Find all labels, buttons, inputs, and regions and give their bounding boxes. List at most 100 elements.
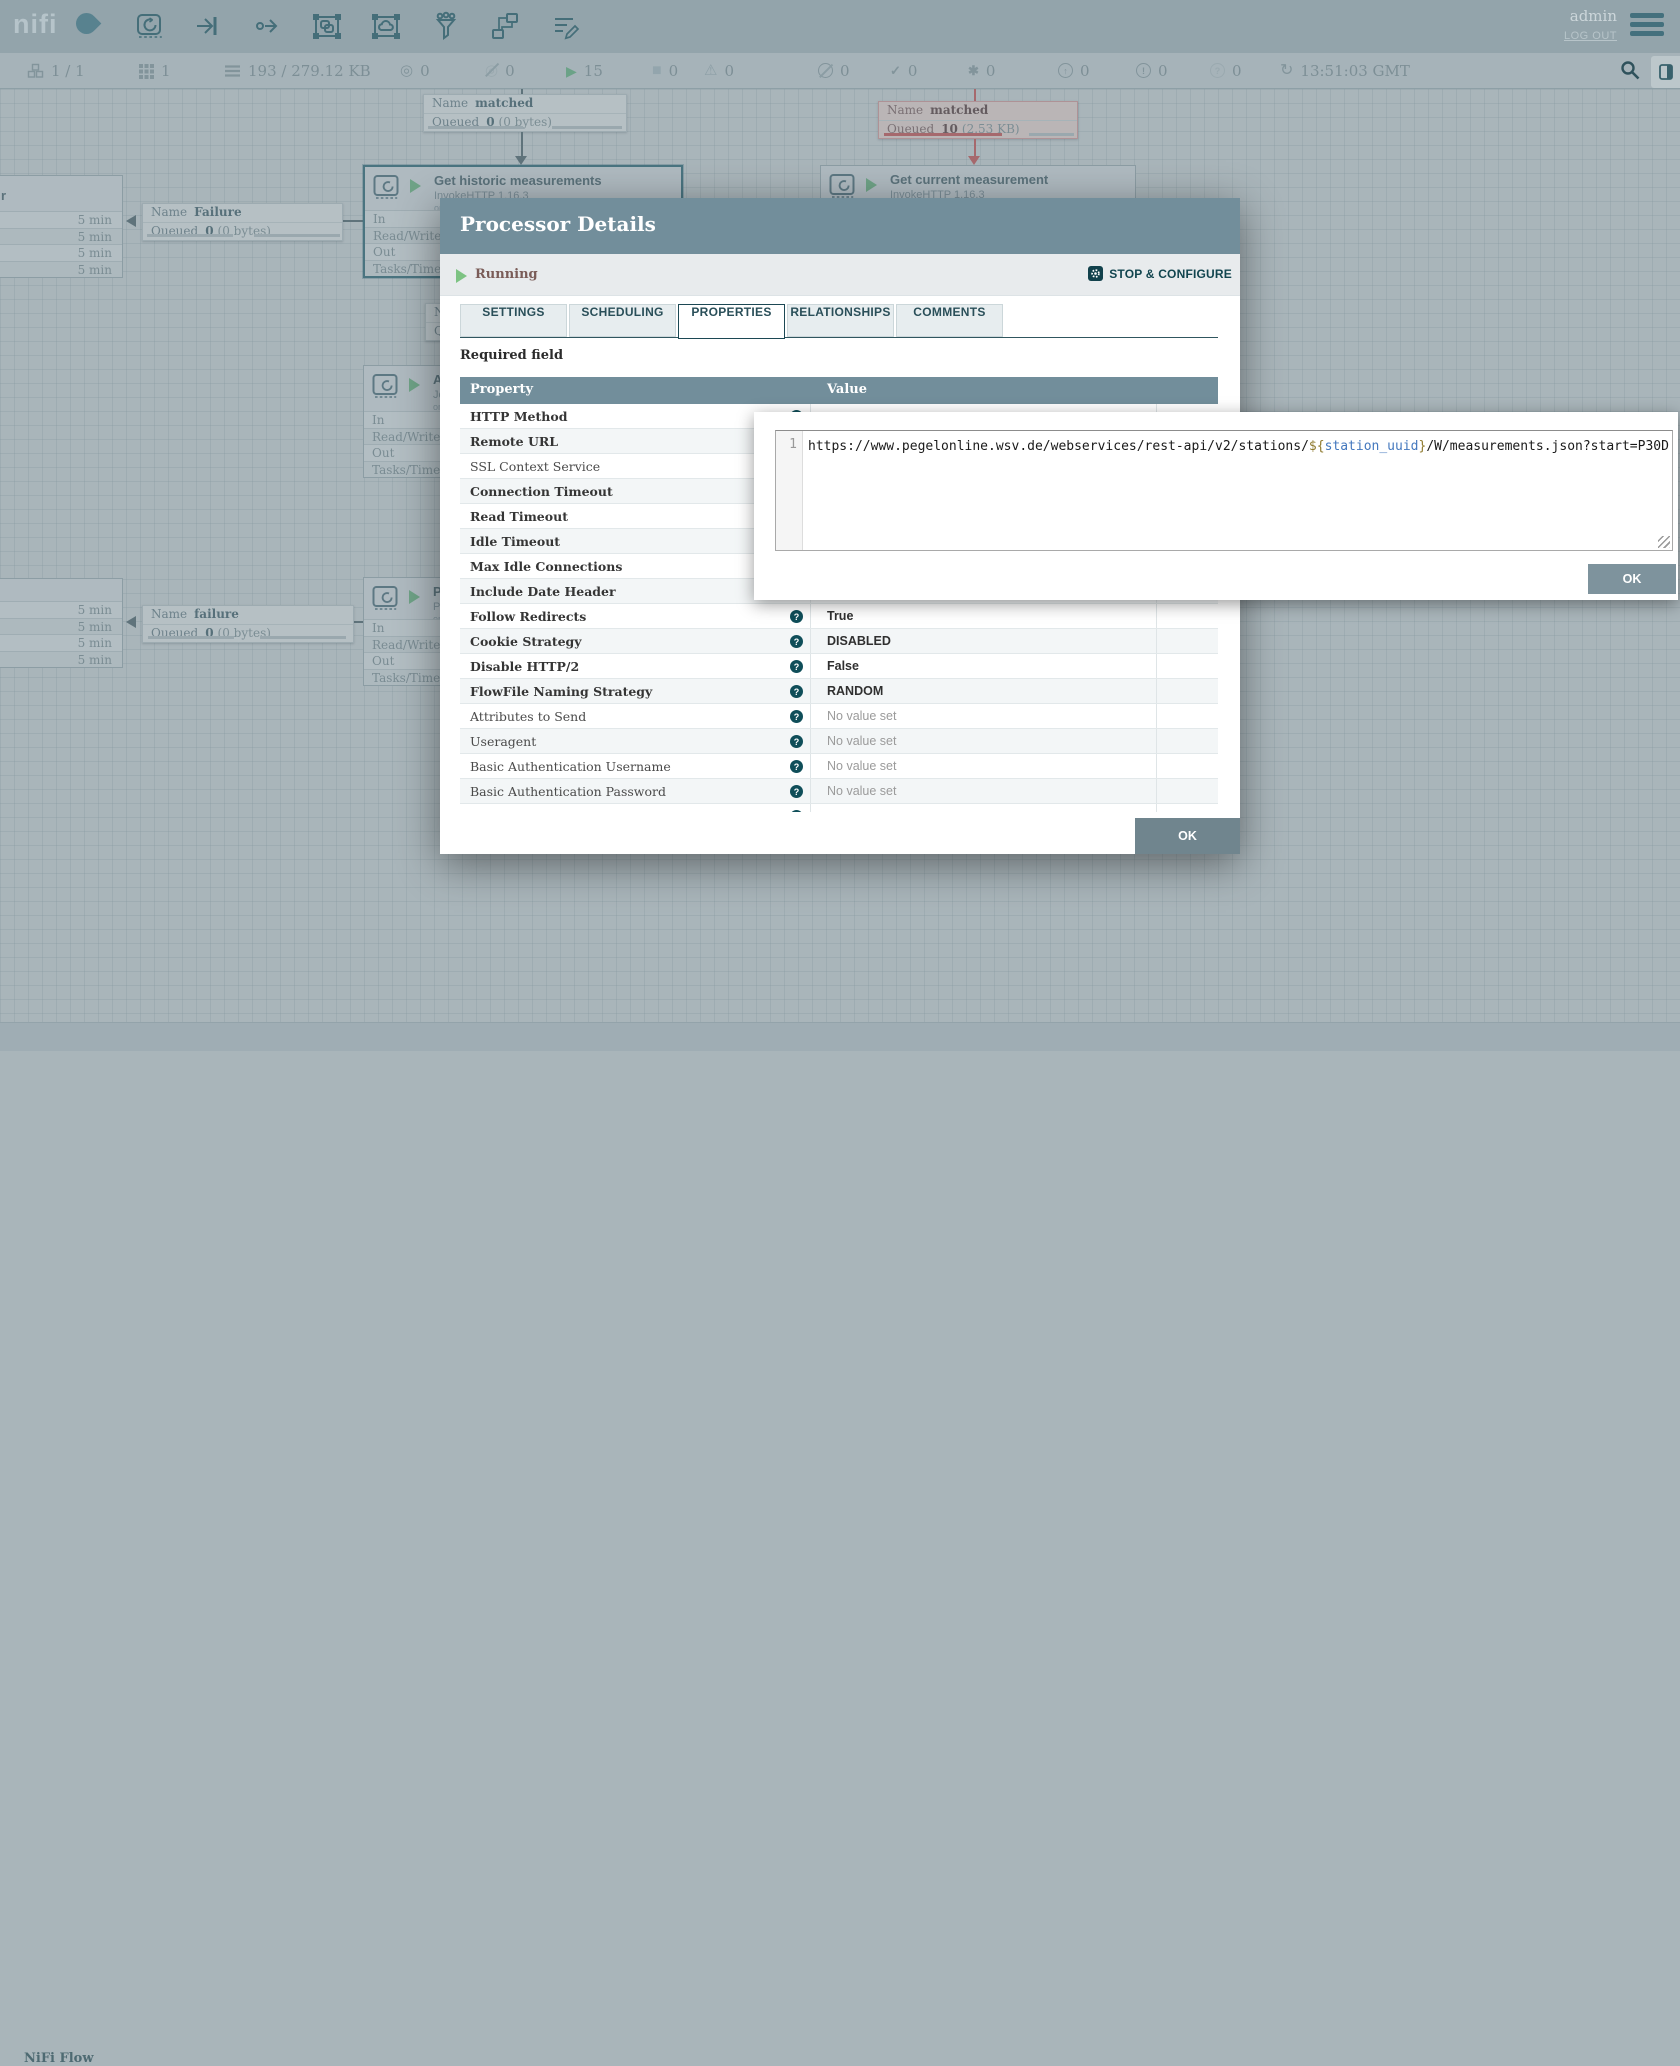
settings-drawer-toggle[interactable] [1651, 56, 1680, 88]
editor-gutter: 1 [776, 431, 803, 550]
gear-icon [1088, 266, 1103, 281]
property-row[interactable]: Useragent? No value set [460, 729, 1218, 754]
property-row[interactable]: Attributes to Send?No value set [460, 704, 1218, 729]
running-indicator-icon [409, 590, 420, 604]
remote-process-group-icon[interactable] [371, 11, 401, 41]
property-row[interactable]: Follow Redirects?True [460, 604, 1218, 629]
property-row[interactable]: FlowFile Naming Strategy? RANDOM [460, 679, 1218, 704]
value-editor[interactable]: 1 https://www.pegelonline.wsv.de/webserv… [775, 430, 1673, 551]
property-name: Useragent [470, 734, 536, 749]
help-icon[interactable]: ? [790, 785, 803, 798]
stat-5min: 5 min [0, 211, 122, 228]
property-name: FlowFile Naming Strategy [470, 684, 652, 699]
property-name: Disable HTTP/2 [470, 659, 579, 674]
property-value[interactable]: False [827, 659, 859, 673]
help-icon[interactable]: ? [790, 735, 803, 748]
help-icon[interactable]: ? [790, 660, 803, 673]
tab-comments[interactable]: COMMENTS [896, 304, 1003, 337]
check-icon: ✓ [890, 64, 901, 77]
dialog-header: Processor Details [440, 198, 1240, 254]
property-value[interactable]: No value set [827, 784, 896, 798]
property-row[interactable]: Basic Authentication Password?No value s… [460, 779, 1218, 804]
disabled-components: 0 [818, 53, 850, 88]
funnel-icon[interactable] [431, 11, 461, 41]
tab-scheduling[interactable]: SCHEDULING [569, 304, 676, 337]
running-status-icon [456, 269, 467, 283]
help-icon[interactable]: ? [790, 685, 803, 698]
help-icon [790, 810, 803, 812]
logout-link[interactable]: LOG OUT [1564, 30, 1617, 42]
search-icon[interactable] [1620, 60, 1640, 80]
locally-modified-versioned: ✱0 [968, 53, 995, 88]
tab-settings[interactable]: SETTINGS [460, 304, 567, 337]
dialog-ok-button[interactable]: OK [1135, 818, 1240, 854]
property-name: SSL Context Service [470, 459, 600, 474]
label-icon[interactable] [551, 11, 581, 41]
asterisk-icon: ✱ [968, 64, 979, 77]
connection-arrow [126, 616, 136, 628]
resize-handle-icon[interactable] [1658, 536, 1670, 548]
stopped-components: ■0 [652, 53, 678, 88]
value-editor-overlay: 1 https://www.pegelonline.wsv.de/webserv… [754, 412, 1678, 600]
locally-modified-stale-versioned: !0 [1136, 53, 1168, 88]
app-header: nifi admin LOG OUT [0, 0, 1680, 53]
property-value[interactable]: No value set [827, 759, 896, 773]
disabled-icon [818, 63, 833, 78]
not-transmitting-icon: ◎ [485, 63, 498, 78]
exclamation-circle-icon: ! [1136, 63, 1151, 78]
arrow-up-circle-icon: ↑ [1058, 63, 1073, 78]
properties-table-header: Property Value [460, 377, 1218, 404]
required-field-note: Required field [460, 348, 563, 363]
processor-type-icon [372, 373, 399, 405]
stop-and-configure-button[interactable]: STOP & CONFIGURE [1088, 266, 1232, 281]
nifi-logo: nifi [13, 9, 58, 40]
property-name: Connection Timeout [470, 484, 613, 499]
remote-transmitting: ◎0 [400, 53, 430, 88]
property-value[interactable]: DISABLED [827, 634, 891, 648]
output-port-icon[interactable] [253, 11, 283, 41]
threads-grid-icon [138, 63, 154, 79]
up-to-date-versioned: ✓0 [890, 53, 917, 88]
processor-name: Get current measurement [890, 172, 1048, 187]
property-value[interactable]: RANDOM [827, 684, 883, 698]
property-value[interactable]: True [827, 609, 853, 623]
tab-relationships[interactable]: RELATIONSHIPS [787, 304, 894, 337]
status-bar: 1 / 1 1 193 / 279.12 KB ◎0 ◎0 ▶15 ■0 ⚠0 … [0, 53, 1680, 89]
nifi-drop-icon [72, 9, 102, 39]
question-circle-icon: ? [1210, 63, 1225, 78]
help-icon[interactable]: ? [790, 635, 803, 648]
invalid-components: ⚠0 [704, 53, 734, 88]
breadcrumb[interactable]: NiFi Flow [24, 2051, 94, 2066]
breadcrumb-bar: NiFi Flow [0, 1022, 1680, 1051]
stopped-icon: ■ [652, 63, 662, 79]
input-port-icon[interactable] [193, 11, 223, 41]
processor-type-icon [372, 585, 399, 617]
help-icon[interactable]: ? [790, 710, 803, 723]
warning-icon: ⚠ [704, 63, 717, 78]
refresh-status[interactable]: ↻ 13:51:03 GMT [1280, 53, 1410, 88]
processor-left-top[interactable]: r 5 min 5 min 5 min 5 min [0, 175, 123, 278]
property-name: HTTP Method [470, 409, 567, 424]
processor-left-bottom[interactable]: 5 min 5 min 5 min 5 min [0, 578, 123, 668]
help-icon[interactable]: ? [790, 760, 803, 773]
template-icon[interactable] [490, 11, 520, 41]
property-value[interactable]: No value set [827, 734, 896, 748]
editor-ok-button[interactable]: OK [1588, 564, 1676, 594]
running-components: ▶15 [566, 53, 603, 88]
line-number: 1 [789, 437, 797, 452]
process-group-icon[interactable] [312, 11, 342, 41]
property-value[interactable]: No value set [827, 709, 896, 723]
running-indicator-icon [866, 178, 877, 192]
property-row[interactable]: Basic Authentication Username?No value s… [460, 754, 1218, 779]
help-icon[interactable]: ? [790, 610, 803, 623]
editor-code-line[interactable]: https://www.pegelonline.wsv.de/webservic… [808, 437, 1670, 456]
refresh-icon: ↻ [1280, 63, 1293, 79]
property-row-clipped [460, 804, 1218, 812]
tab-properties[interactable]: PROPERTIES [678, 304, 785, 339]
global-menu-icon[interactable] [1630, 13, 1664, 39]
property-row[interactable]: Disable HTTP/2? False [460, 654, 1218, 679]
processor-icon[interactable] [134, 11, 164, 41]
processor-name: Get historic measurements [434, 173, 602, 188]
property-row[interactable]: Cookie Strategy?DISABLED [460, 629, 1218, 654]
processor-name-fragment: r [1, 188, 6, 203]
